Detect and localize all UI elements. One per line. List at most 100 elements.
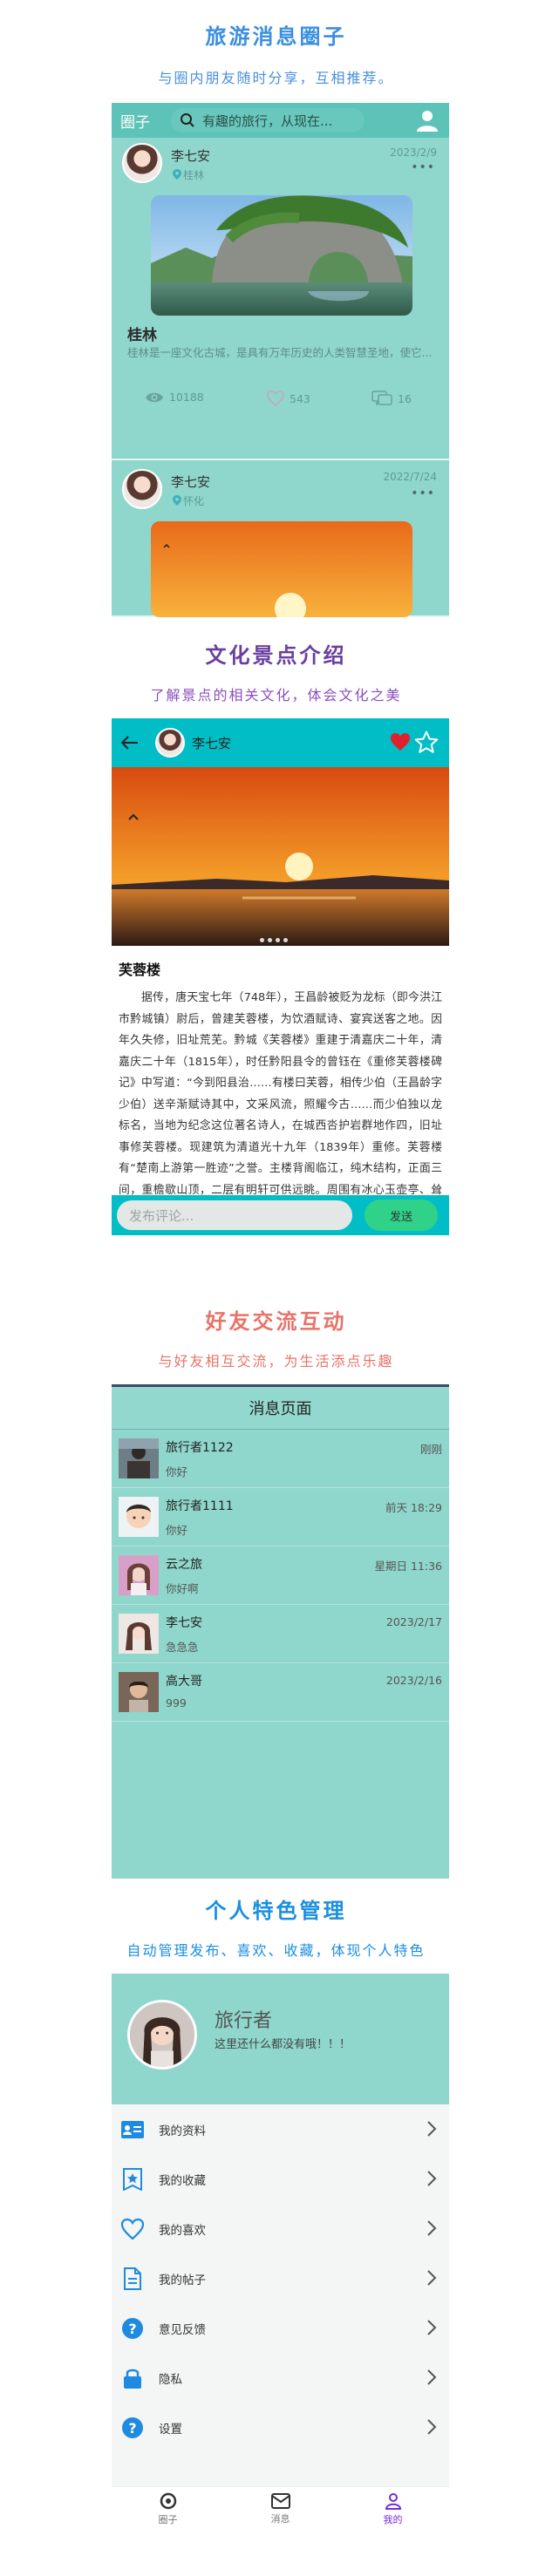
message-sender: 旅行者1111 [166,1499,234,1513]
menu-label: 我的喜欢 [159,2223,206,2238]
avatar [119,1438,159,1478]
comment-placeholder: 发布评论... [129,1207,194,1224]
message-sender: 云之旅 [166,1558,202,1572]
post-user-name: 李七安 [171,474,211,490]
post-stats: 10188 543 16 [112,391,449,417]
list-item[interactable]: 旅行者1122 刚刚 你好 [112,1430,449,1488]
post-date: 2023/2/9 [390,146,437,159]
message-time: 2023/2/17 [385,1615,442,1628]
post-description: 桂林是一座文化古城，是具有万年历史的人类智慧圣地，使它... [127,346,433,359]
eye-icon [146,392,163,402]
heart-filled-icon[interactable] [390,732,411,751]
post-card[interactable]: 李七安 2022/7/24 怀化 ••• [112,460,449,617]
heart-outline-icon [267,391,284,406]
question-icon: ? [122,2317,143,2339]
profile-screen: 旅行者 这里还什么都没有哦！！！ 我的资料 我的收藏 我的喜欢 我的帖子 ? 意… [112,1974,449,2532]
article-author: 李七安 [192,735,232,751]
menu-label: 隐私 [159,2372,182,2387]
message-time: 刚刚 [419,1443,442,1456]
section-title-profile: 个人特色管理 [205,1898,347,1923]
menu-label: 设置 [159,2422,182,2437]
post-image-sunset[interactable] [151,521,412,617]
tab-label: 我的 [383,2514,403,2525]
back-arrow-icon[interactable] [120,735,140,751]
comment-button[interactable]: 16 [371,391,412,406]
question-icon: ? [122,2416,143,2438]
user-icon[interactable] [414,107,440,133]
circle-feed-screen: 圈子 有趣的旅行，从现在... 李七安 2023/2/9 桂林 ••• 桂林 桂… [112,103,449,617]
bottom-tab-bar: 圈子 消息 我的 [112,2486,449,2532]
feed-brand: 圈子 [120,113,150,132]
tab-messages[interactable]: 消息 [224,2487,337,2532]
likes-count: 543 [290,391,310,405]
chevron-right-icon [427,2121,437,2137]
message-preview: 你好啊 [166,1582,199,1595]
chevron-right-icon [427,2320,437,2335]
search-input[interactable]: 有趣的旅行，从现在... [171,108,365,133]
post-location: 怀化 [173,493,204,508]
heart-icon [120,2218,145,2240]
views-count: 10188 [169,391,204,404]
article-image-carousel[interactable] [112,767,449,946]
location-pin-icon [173,169,181,180]
post-user-name: 李七安 [171,148,211,164]
comment-icon [371,391,392,406]
avatar[interactable] [122,469,162,509]
menu-item-my-favorites[interactable]: 我的收藏 [112,2154,449,2204]
tab-mine[interactable]: 我的 [337,2487,449,2532]
message-time: 2023/2/16 [385,1674,442,1687]
post-image-guilin[interactable] [151,195,412,316]
list-item[interactable]: 李七安 2023/2/17 急急急 [112,1605,449,1663]
menu-item-settings[interactable]: ? 设置 [112,2403,449,2452]
more-options-button[interactable]: ••• [411,160,435,174]
messages-screen: 消息页面 旅行者1122 刚刚 你好 旅行者1111 前天 18:29 你好 云… [112,1384,449,1879]
search-placeholder: 有趣的旅行，从现在... [202,112,333,129]
message-time: 前天 18:29 [385,1501,442,1514]
star-outline-icon[interactable] [414,731,439,754]
mail-icon [270,2493,290,2509]
id-card-icon [121,2120,144,2138]
section-subtitle-friends: 与好友相互交流，为生活添点乐趣 [158,1353,394,1370]
article-title: 芙蓉楼 [119,962,161,978]
post-date: 2022/7/24 [383,471,437,483]
message-time: 星期日 11:36 [374,1560,443,1573]
avatar[interactable] [155,728,185,758]
like-button[interactable]: 543 [267,391,310,406]
avatar[interactable] [127,2000,197,2070]
menu-item-my-profile[interactable]: 我的资料 [112,2104,449,2154]
person-icon [385,2493,401,2510]
profile-name: 旅行者 [215,2010,273,2032]
message-preview: 急急急 [166,1641,199,1654]
menu-item-my-likes[interactable]: 我的喜欢 [112,2204,449,2253]
menu-item-privacy[interactable]: 隐私 [112,2353,449,2403]
list-item[interactable]: 高大哥 2023/2/16 999 [112,1663,449,1722]
feed-top-bar: 圈子 有趣的旅行，从现在... [112,103,449,138]
message-preview: 你好 [166,1524,188,1537]
avatar [119,1555,159,1595]
carousel-indicator[interactable] [260,938,288,942]
message-preview: 你好 [166,1465,188,1478]
post-card[interactable]: 李七安 2023/2/9 桂林 ••• 桂林 桂林是一座文化古城，是具有万年历史… [112,138,449,460]
more-options-button[interactable]: ••• [411,486,435,500]
send-button[interactable]: 发送 [365,1200,438,1231]
avatar[interactable] [122,143,162,183]
menu-item-feedback[interactable]: ? 意见反馈 [112,2303,449,2353]
article-screen: 李七安 芙蓉楼 据传，唐天宝七年（748年），王昌龄被贬为龙标（即今洪江市黔城镇… [112,718,449,1235]
avatar [119,1672,159,1712]
list-item[interactable]: 云之旅 星期日 11:36 你好啊 [112,1546,449,1605]
tab-label: 消息 [270,2513,290,2525]
post-location-text: 怀化 [183,495,205,507]
section-subtitle-culture: 了解景点的相关文化，体会文化之美 [150,687,402,703]
tab-circle[interactable]: 圈子 [112,2487,224,2532]
message-sender: 旅行者1122 [166,1441,234,1455]
chevron-right-icon [427,2220,437,2236]
section-subtitle-circle: 与圈内朋友随时分享，互相推荐。 [158,70,394,86]
views-stat: 10188 [145,391,204,404]
chevron-right-icon [427,2270,437,2286]
chevron-right-icon [427,2369,437,2385]
list-item[interactable]: 旅行者1111 前天 18:29 你好 [112,1488,449,1546]
comment-input[interactable]: 发布评论... [117,1200,352,1230]
profile-signature: 这里还什么都没有哦！！！ [215,2038,351,2051]
menu-item-my-posts[interactable]: 我的帖子 [112,2253,449,2303]
section-subtitle-profile: 自动管理发布、喜欢、收藏，体现个人特色 [126,1942,426,1959]
